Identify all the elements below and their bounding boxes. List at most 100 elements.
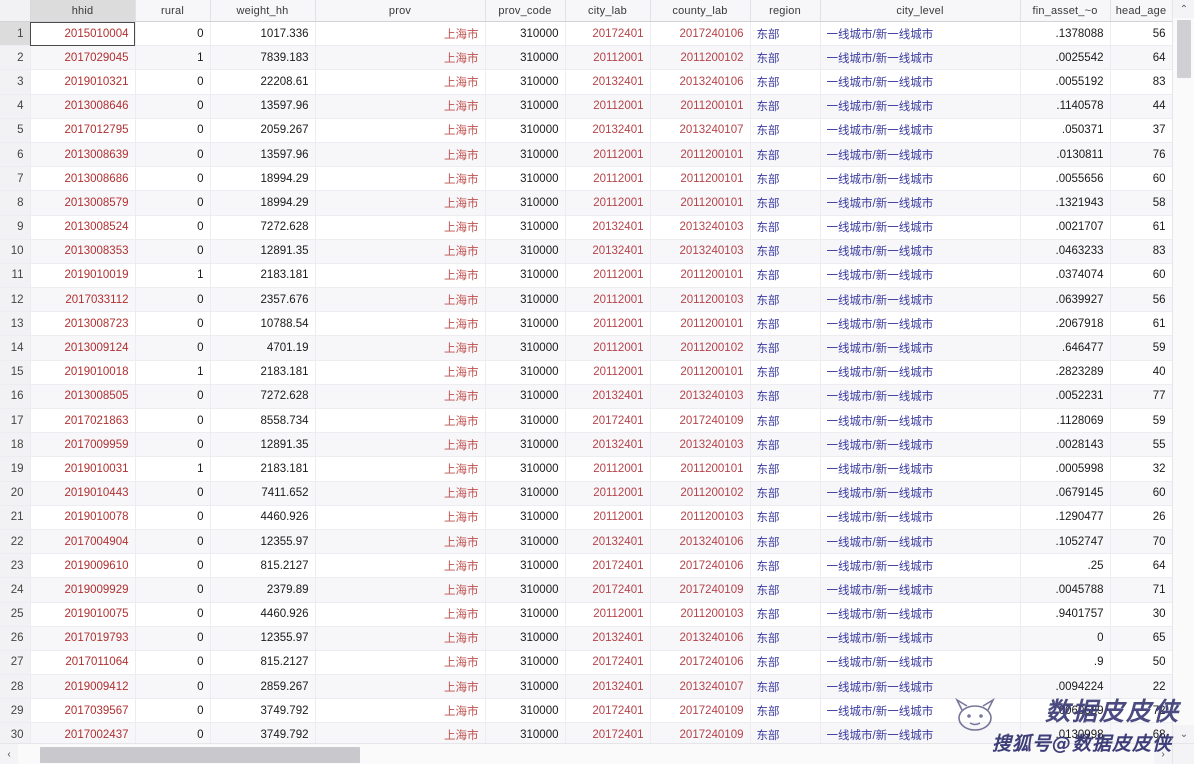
table-row[interactable]: 13 2013008723 0 10788.54 上海市 310000 20112001 20… xyxy=(0,311,1172,337)
cell-county-lab[interactable]: 2011200102 xyxy=(650,335,751,361)
cell-weight-hh[interactable]: 12355.97 xyxy=(210,626,316,651)
cell-city-lab[interactable]: 20112001 xyxy=(565,287,651,313)
cell-county-lab[interactable]: 2013240103 xyxy=(650,384,751,410)
cell-rural[interactable]: 0 xyxy=(135,190,211,216)
cell-rural[interactable]: 0 xyxy=(135,215,211,240)
cell-prov-code[interactable]: 310000 xyxy=(485,432,566,458)
row-number[interactable]: 22 xyxy=(0,529,31,555)
cell-fin-asset[interactable]: .9 xyxy=(1020,650,1111,676)
column-header-weight_hh[interactable]: weight_hh xyxy=(210,0,316,22)
table-row[interactable]: 6 2013008639 0 13597.96 上海市 310000 20112001 201… xyxy=(0,142,1172,168)
cell-rural[interactable]: 0 xyxy=(135,698,211,724)
row-number[interactable]: 14 xyxy=(0,335,31,361)
cell-rural[interactable]: 0 xyxy=(135,384,211,410)
cell-county-lab[interactable]: 2011200103 xyxy=(650,602,751,627)
cell-county-lab[interactable]: 2011200101 xyxy=(650,142,751,168)
cell-weight-hh[interactable]: 7272.628 xyxy=(210,215,316,240)
cell-fin-asset[interactable]: .9401757 xyxy=(1020,602,1111,627)
cell-city-lab[interactable]: 20112001 xyxy=(565,335,651,361)
scroll-right-arrow-icon[interactable]: › xyxy=(1154,744,1172,764)
cell-fin-asset[interactable]: .0679145 xyxy=(1020,481,1111,506)
cell-head-age[interactable]: 59 xyxy=(1110,335,1172,361)
column-header-region[interactable]: region xyxy=(750,0,821,22)
cell-prov-code[interactable]: 310000 xyxy=(485,69,566,95)
cell-city-lab[interactable]: 20172401 xyxy=(565,698,651,724)
cell-weight-hh[interactable]: 815.2127 xyxy=(210,650,316,676)
table-row[interactable]: 16 2013008505 0 7272.628 上海市 310000 20132401 20… xyxy=(0,384,1172,410)
table-row[interactable]: 15 2019010018 1 2183.181 上海市 310000 20112001 20… xyxy=(0,360,1172,385)
cell-rural[interactable]: 0 xyxy=(135,505,211,530)
column-header-fin_asset[interactable]: fin_asset_~o xyxy=(1020,0,1111,22)
cell-prov-code[interactable]: 310000 xyxy=(485,722,566,743)
cell-city-level[interactable]: 一线城市/新一线城市 xyxy=(820,432,1021,458)
cell-region[interactable]: 东部 xyxy=(750,626,821,651)
cell-city-level[interactable]: 一线城市/新一线城市 xyxy=(820,674,1021,700)
cell-hhid[interactable]: 2017009959 xyxy=(30,432,136,458)
table-row[interactable]: 22 2017004904 0 12355.97 上海市 310000 20132401 20… xyxy=(0,529,1172,555)
cell-region[interactable]: 东部 xyxy=(750,142,821,168)
cell-city-level[interactable]: 一线城市/新一线城市 xyxy=(820,21,1021,47)
cell-city-lab[interactable]: 20132401 xyxy=(565,118,651,143)
cell-hhid[interactable]: 2013008686 xyxy=(30,166,136,192)
cell-prov[interactable]: 上海市 xyxy=(315,69,486,95)
row-number[interactable]: 21 xyxy=(0,505,31,530)
row-number[interactable]: 4 xyxy=(0,94,31,119)
cell-prov-code[interactable]: 310000 xyxy=(485,553,566,579)
cell-city-lab[interactable]: 20112001 xyxy=(565,602,651,627)
cell-head-age[interactable]: 59 xyxy=(1110,408,1172,434)
cell-weight-hh[interactable]: 3749.792 xyxy=(210,698,316,724)
cell-city-lab[interactable]: 20172401 xyxy=(565,650,651,676)
cell-city-level[interactable]: 一线城市/新一线城市 xyxy=(820,408,1021,434)
cell-fin-asset[interactable]: .2823289 xyxy=(1020,360,1111,385)
cell-weight-hh[interactable]: 13597.96 xyxy=(210,142,316,168)
cell-head-age[interactable]: 83 xyxy=(1110,239,1172,264)
cell-county-lab[interactable]: 2017240109 xyxy=(650,577,751,603)
cell-county-lab[interactable]: 2017240106 xyxy=(650,650,751,676)
cell-hhid[interactable]: 2019010018 xyxy=(30,360,136,385)
cell-weight-hh[interactable]: 2183.181 xyxy=(210,360,316,385)
cell-city-lab[interactable]: 20132401 xyxy=(565,432,651,458)
cell-head-age[interactable]: 60 xyxy=(1110,481,1172,506)
cell-city-level[interactable]: 一线城市/新一线城市 xyxy=(820,190,1021,216)
cell-city-lab[interactable]: 20132401 xyxy=(565,626,651,651)
cell-city-level[interactable]: 一线城市/新一线城市 xyxy=(820,529,1021,555)
cell-prov[interactable]: 上海市 xyxy=(315,142,486,168)
cell-prov[interactable]: 上海市 xyxy=(315,602,486,627)
row-number[interactable]: 19 xyxy=(0,456,31,482)
column-header-county_lab[interactable]: county_lab xyxy=(650,0,751,22)
cell-head-age[interactable]: 26 xyxy=(1110,505,1172,530)
cell-fin-asset[interactable]: .0639927 xyxy=(1020,287,1111,313)
cell-head-age[interactable]: 83 xyxy=(1110,69,1172,95)
row-number[interactable]: 10 xyxy=(0,239,31,264)
cell-weight-hh[interactable]: 18994.29 xyxy=(210,190,316,216)
cell-prov[interactable]: 上海市 xyxy=(315,166,486,192)
table-row[interactable]: 27 2017011064 0 815.2127 上海市 310000 20172401 20… xyxy=(0,650,1172,676)
cell-region[interactable]: 东部 xyxy=(750,94,821,119)
horizontal-scrollbar-thumb[interactable] xyxy=(40,747,360,763)
row-number[interactable]: 2 xyxy=(0,45,31,71)
cell-head-age[interactable]: 60 xyxy=(1110,263,1172,289)
cell-prov[interactable]: 上海市 xyxy=(315,650,486,676)
cell-region[interactable]: 东部 xyxy=(750,335,821,361)
cell-prov[interactable]: 上海市 xyxy=(315,239,486,264)
cell-prov[interactable]: 上海市 xyxy=(315,263,486,289)
cell-county-lab[interactable]: 2011200101 xyxy=(650,456,751,482)
cell-county-lab[interactable]: 2013240106 xyxy=(650,529,751,555)
cell-city-level[interactable]: 一线城市/新一线城市 xyxy=(820,335,1021,361)
column-header-city_level[interactable]: city_level xyxy=(820,0,1021,22)
cell-rural[interactable]: 0 xyxy=(135,21,211,47)
cell-city-level[interactable]: 一线城市/新一线城市 xyxy=(820,577,1021,603)
cell-prov-code[interactable]: 310000 xyxy=(485,287,566,313)
cell-region[interactable]: 东部 xyxy=(750,722,821,743)
cell-head-age[interactable]: 70 xyxy=(1110,529,1172,555)
cell-hhid[interactable]: 2019009412 xyxy=(30,674,136,700)
cell-weight-hh[interactable]: 13597.96 xyxy=(210,94,316,119)
cell-hhid[interactable]: 2017011064 xyxy=(30,650,136,676)
cell-head-age[interactable]: 61 xyxy=(1110,215,1172,240)
vertical-scrollbar-thumb[interactable] xyxy=(1177,20,1191,78)
cell-county-lab[interactable]: 2011200101 xyxy=(650,311,751,337)
cell-city-lab[interactable]: 20172401 xyxy=(565,21,651,47)
table-row[interactable]: 19 2019010031 1 2183.181 上海市 310000 20112001 20… xyxy=(0,456,1172,482)
cell-fin-asset[interactable]: .1378088 xyxy=(1020,21,1111,47)
cell-city-level[interactable]: 一线城市/新一线城市 xyxy=(820,94,1021,119)
